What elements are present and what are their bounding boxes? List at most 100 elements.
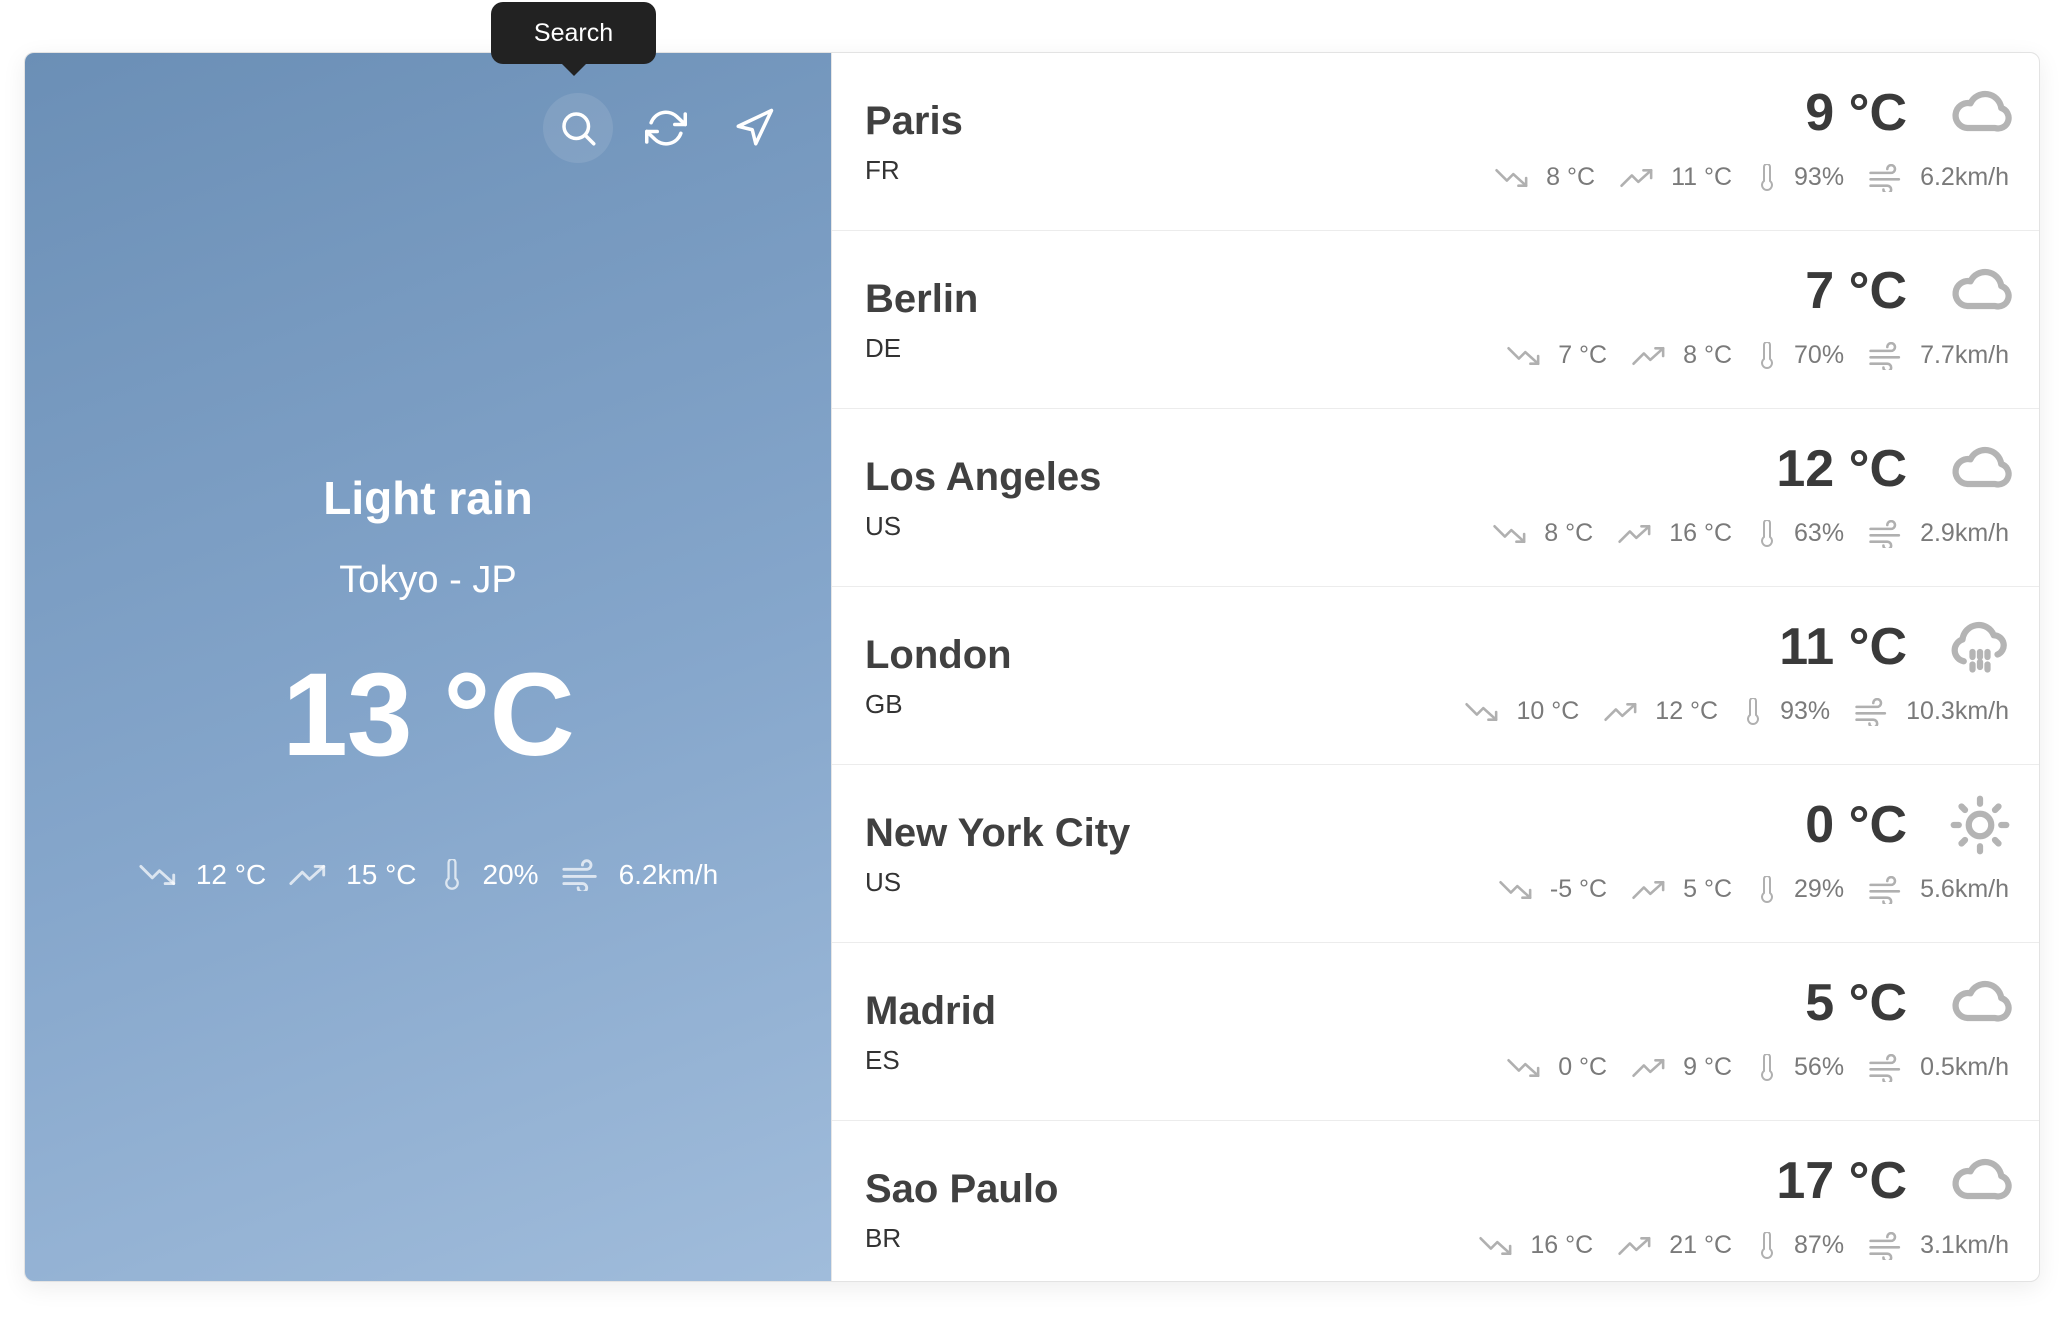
wind-icon xyxy=(1869,163,1901,192)
weather-condition: Light rain xyxy=(323,472,533,524)
thermometer-icon xyxy=(1761,1053,1773,1081)
wind-icon xyxy=(561,859,597,891)
city-row[interactable]: Los Angeles US 12 °C 8 °C 16 °C 63% 2.9k… xyxy=(832,409,2039,587)
city-temperature: 5 °C xyxy=(1805,974,1907,1032)
trend-up-icon xyxy=(1618,524,1651,543)
max-temp: 15 °C xyxy=(288,859,417,891)
trend-up-icon xyxy=(1618,1236,1651,1255)
wind: 0.5km/h xyxy=(1868,1053,2009,1082)
wind: 6.2km/h xyxy=(1868,163,2009,192)
country-code: BR xyxy=(865,1223,902,1253)
city-name: New York City xyxy=(865,811,1131,855)
current-weather-panel: Light rain Tokyo - JP 13 °C 12 °C 15 °C … xyxy=(25,53,831,1281)
humidity: 20% xyxy=(439,859,539,891)
city-stats: -5 °C 5 °C 29% 5.6km/h xyxy=(1498,875,2009,904)
thermometer-icon xyxy=(444,859,459,890)
country-code: FR xyxy=(865,155,900,185)
humidity: 93% xyxy=(1742,697,1830,726)
thermometer-icon xyxy=(1761,519,1773,547)
cloud-icon xyxy=(1952,446,2012,488)
wind-icon xyxy=(1869,519,1901,548)
current-location: Tokyo - JP xyxy=(339,559,517,601)
country-code: US xyxy=(865,867,902,897)
weather-icon xyxy=(1947,1151,2013,1211)
city-name: Madrid xyxy=(865,989,997,1033)
city-row[interactable]: Paris FR 9 °C 8 °C 11 °C 93% 6.2km/h xyxy=(832,53,2039,231)
city-name: Paris xyxy=(865,99,963,143)
city-row[interactable]: New York City US 0 °C -5 °C 5 °C 29% 5.6… xyxy=(832,765,2039,943)
wind-icon xyxy=(1855,697,1887,726)
city-temperature: 17 °C xyxy=(1776,1152,1907,1210)
weather-icon xyxy=(1947,973,2013,1033)
weather-icon xyxy=(1947,617,2013,677)
min-temp: -5 °C xyxy=(1498,875,1607,904)
min-temp: 7 °C xyxy=(1506,341,1607,370)
city-row[interactable]: Berlin DE 7 °C 7 °C 8 °C 70% 7.7km/h xyxy=(832,231,2039,409)
humidity: 70% xyxy=(1756,341,1844,370)
humidity: 93% xyxy=(1756,163,1844,192)
wind: 2.9km/h xyxy=(1868,519,2009,548)
wind: 6.2km/h xyxy=(561,859,718,891)
country-code: DE xyxy=(865,333,902,363)
min-temp: 12 °C xyxy=(138,859,266,891)
search-button[interactable] xyxy=(543,93,613,163)
current-location-button[interactable] xyxy=(719,93,789,163)
trend-down-icon xyxy=(1495,168,1528,187)
wind: 5.6km/h xyxy=(1868,875,2009,904)
thermometer-icon xyxy=(1761,341,1773,369)
cloud-icon xyxy=(1952,980,2012,1022)
min-temp: 8 °C xyxy=(1494,163,1595,192)
refresh-button[interactable] xyxy=(631,93,701,163)
city-temperature: 12 °C xyxy=(1776,440,1907,498)
max-temp: 11 °C xyxy=(1619,163,1732,192)
city-name: London xyxy=(865,633,1012,677)
city-stats: 16 °C 21 °C 87% 3.1km/h xyxy=(1478,1231,2009,1260)
cloud-icon xyxy=(1952,268,2012,310)
location-arrow-icon xyxy=(736,108,774,146)
max-temp: 9 °C xyxy=(1631,1053,1732,1082)
city-list: Paris FR 9 °C 8 °C 11 °C 93% 6.2km/h Ber… xyxy=(831,53,2039,1281)
city-temperature: 7 °C xyxy=(1805,262,1907,320)
country-code: GB xyxy=(865,689,903,719)
weather-icon xyxy=(1947,439,2013,499)
max-temp: 16 °C xyxy=(1617,519,1732,548)
min-temp: 16 °C xyxy=(1478,1231,1593,1260)
max-temp: 21 °C xyxy=(1617,1231,1732,1260)
thermometer-icon xyxy=(1761,163,1773,191)
city-row[interactable]: Sao Paulo BR 17 °C 16 °C 21 °C 87% 3.1km… xyxy=(832,1121,2039,1281)
refresh-icon xyxy=(645,110,687,146)
country-code: US xyxy=(865,511,902,541)
city-row[interactable]: Madrid ES 5 °C 0 °C 9 °C 56% 0.5km/h xyxy=(832,943,2039,1121)
trend-down-icon xyxy=(1507,1058,1540,1077)
city-temperature: 11 °C xyxy=(1779,618,1907,676)
cloud-rain-icon xyxy=(1951,621,2007,673)
current-stats: 12 °C 15 °C 20% 6.2km/h xyxy=(25,859,831,891)
max-temp: 12 °C xyxy=(1603,697,1718,726)
humidity: 87% xyxy=(1756,1231,1844,1260)
weather-icon xyxy=(1947,795,2013,855)
wind-icon xyxy=(1869,1231,1901,1260)
weather-icon xyxy=(1947,83,2013,143)
humidity: 56% xyxy=(1756,1053,1844,1082)
wind-icon xyxy=(1869,1053,1901,1082)
humidity: 29% xyxy=(1756,875,1844,904)
trend-down-icon xyxy=(1507,346,1540,365)
weather-card: Light rain Tokyo - JP 13 °C 12 °C 15 °C … xyxy=(24,52,2040,1282)
min-temp: 10 °C xyxy=(1464,697,1579,726)
cloud-icon xyxy=(1952,90,2012,132)
wind: 10.3km/h xyxy=(1854,697,2009,726)
trend-up-icon xyxy=(1632,1058,1665,1077)
city-stats: 0 °C 9 °C 56% 0.5km/h xyxy=(1506,1053,2009,1082)
trend-down-icon xyxy=(1479,1236,1512,1255)
trend-up-icon xyxy=(1604,702,1637,721)
trend-up-icon xyxy=(1632,880,1665,899)
city-row[interactable]: London GB 11 °C 10 °C 12 °C 93% 10.3km/h xyxy=(832,587,2039,765)
search-tooltip: Search xyxy=(491,2,656,76)
trend-up-icon xyxy=(289,864,326,885)
city-name: Berlin xyxy=(865,277,979,321)
thermometer-icon xyxy=(1761,1231,1773,1259)
humidity: 63% xyxy=(1756,519,1844,548)
trend-down-icon xyxy=(1493,524,1526,543)
city-name: Los Angeles xyxy=(865,455,1102,499)
trend-down-icon xyxy=(139,864,175,885)
